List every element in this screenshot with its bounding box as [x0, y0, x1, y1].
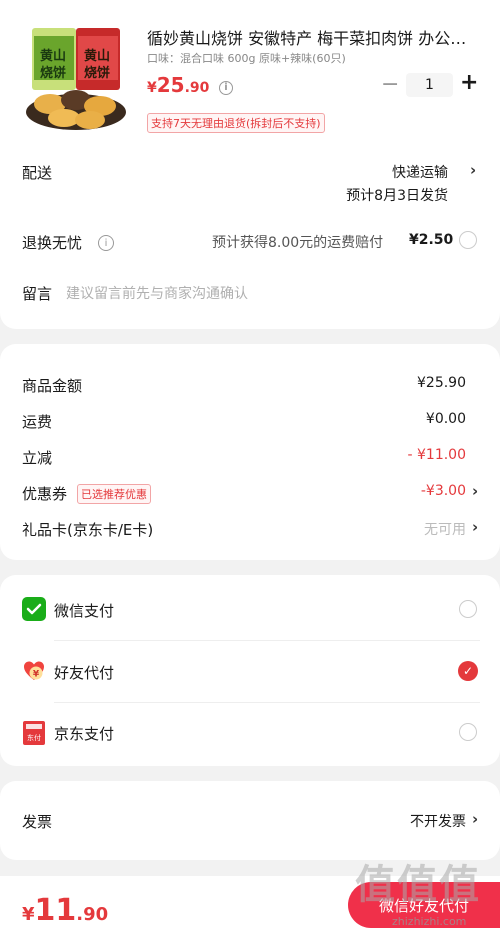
return-insurance-info-icon[interactable]: i: [98, 235, 114, 251]
product-title[interactable]: 循妙黄山烧饼 安徽特产 梅干菜扣肉饼 办公…: [147, 25, 477, 49]
invoice-chevron-icon[interactable]: ›: [472, 810, 478, 828]
discount-label: 立减: [22, 449, 53, 467]
message-input[interactable]: 建议留言前先与商家沟通确认: [66, 283, 248, 303]
wechat-pay-label[interactable]: 微信支付: [54, 600, 114, 621]
delivery-label: 配送: [22, 164, 53, 182]
friend-pay-radio-checked-icon[interactable]: ✓: [458, 661, 478, 681]
total-currency: ¥: [22, 904, 35, 925]
quantity-plus-button[interactable]: +: [460, 70, 478, 95]
product-price: ¥25.90 i: [147, 73, 233, 97]
goods-amount-label: 商品金额: [22, 377, 83, 395]
payment-divider: [54, 702, 480, 703]
coupon-recommended-tag[interactable]: 已选推荐优惠: [77, 484, 151, 504]
invoice-value[interactable]: 不开发票: [410, 811, 466, 831]
invoice-label: 发票: [22, 813, 53, 831]
giftcard-label: 礼品卡(京东卡/E卡): [22, 521, 154, 539]
svg-text:黄山: 黄山: [40, 48, 66, 64]
svg-text:烧饼: 烧饼: [84, 65, 110, 81]
price-summary-card: 商品金额 ¥25.90 运费 ¥0.00 立减 - ¥11.00 优惠券 已选推…: [0, 344, 500, 560]
price-decimal: .90: [184, 80, 210, 96]
return-insurance-radio[interactable]: [459, 231, 477, 249]
product-spec[interactable]: 口味：混合口味 600g 原味+辣味(60只): [147, 50, 346, 66]
svg-text:黄山: 黄山: [84, 48, 110, 64]
price-currency: ¥: [147, 80, 157, 96]
price-integer: 25: [156, 73, 185, 97]
giftcard-chevron-icon[interactable]: ›: [472, 518, 478, 536]
friend-pay-icon: ¥: [22, 659, 46, 683]
product-image: 黄山 黄山 烧饼 烧饼: [20, 22, 132, 134]
coupon-value[interactable]: -¥3.00: [421, 483, 466, 499]
total-decimal: .90: [76, 904, 109, 925]
quantity-minus-button[interactable]: −: [381, 72, 399, 97]
svg-text:¥: ¥: [33, 670, 40, 680]
jd-pay-label[interactable]: 京东支付: [54, 723, 114, 744]
wechat-pay-icon: [22, 597, 46, 621]
invoice-card: 发票 不开发票 ›: [0, 781, 500, 860]
watermark: 值值值: [355, 862, 481, 908]
return-insurance-label: 退换无忧: [22, 234, 83, 252]
shipping-label: 运费: [22, 413, 53, 431]
shipping-value: ¥0.00: [425, 411, 466, 427]
return-insurance-price: ¥2.50: [409, 232, 454, 248]
total-integer: 11: [34, 893, 77, 928]
svg-text:烧饼: 烧饼: [40, 65, 66, 81]
payment-divider: [54, 640, 480, 641]
wechat-pay-radio[interactable]: [459, 600, 477, 618]
product-thumbnail[interactable]: 黄山 黄山 烧饼 烧饼: [20, 22, 132, 134]
delivery-estimate: 预计8月3日发货: [346, 188, 448, 204]
discount-value: - ¥11.00: [407, 447, 467, 463]
coupon-label: 优惠券: [22, 485, 68, 503]
price-info-icon[interactable]: i: [218, 80, 233, 95]
message-label: 留言: [22, 285, 53, 303]
coupon-chevron-icon[interactable]: ›: [472, 482, 478, 500]
quantity-input[interactable]: 1: [406, 73, 453, 97]
goods-amount-value: ¥25.90: [417, 375, 466, 391]
friend-pay-label[interactable]: 好友代付: [54, 662, 114, 683]
payment-method-card: 微信支付 ¥ 好友代付 ✓ 东付 京东支付: [0, 575, 500, 766]
order-item-card: 黄山 黄山 烧饼 烧饼 循妙黄山烧饼 安徽特产 梅干菜扣肉饼 办公… 口味：混合…: [0, 0, 500, 329]
total-price: ¥11.90: [22, 893, 108, 928]
return-policy-tag: 支持7天无理由退货(拆封后不支持): [147, 113, 325, 133]
jd-pay-icon: 东付: [22, 721, 46, 745]
delivery-chevron-icon[interactable]: ›: [470, 161, 476, 179]
giftcard-value[interactable]: 无可用: [424, 519, 466, 539]
return-insurance-desc: 预计获得8.00元的运费赔付: [212, 235, 384, 251]
jd-pay-radio[interactable]: [459, 723, 477, 741]
watermark-url: zhizhizhi.com: [392, 915, 467, 928]
delivery-method[interactable]: 快递运输: [392, 162, 448, 182]
svg-text:东付: 东付: [27, 733, 41, 742]
